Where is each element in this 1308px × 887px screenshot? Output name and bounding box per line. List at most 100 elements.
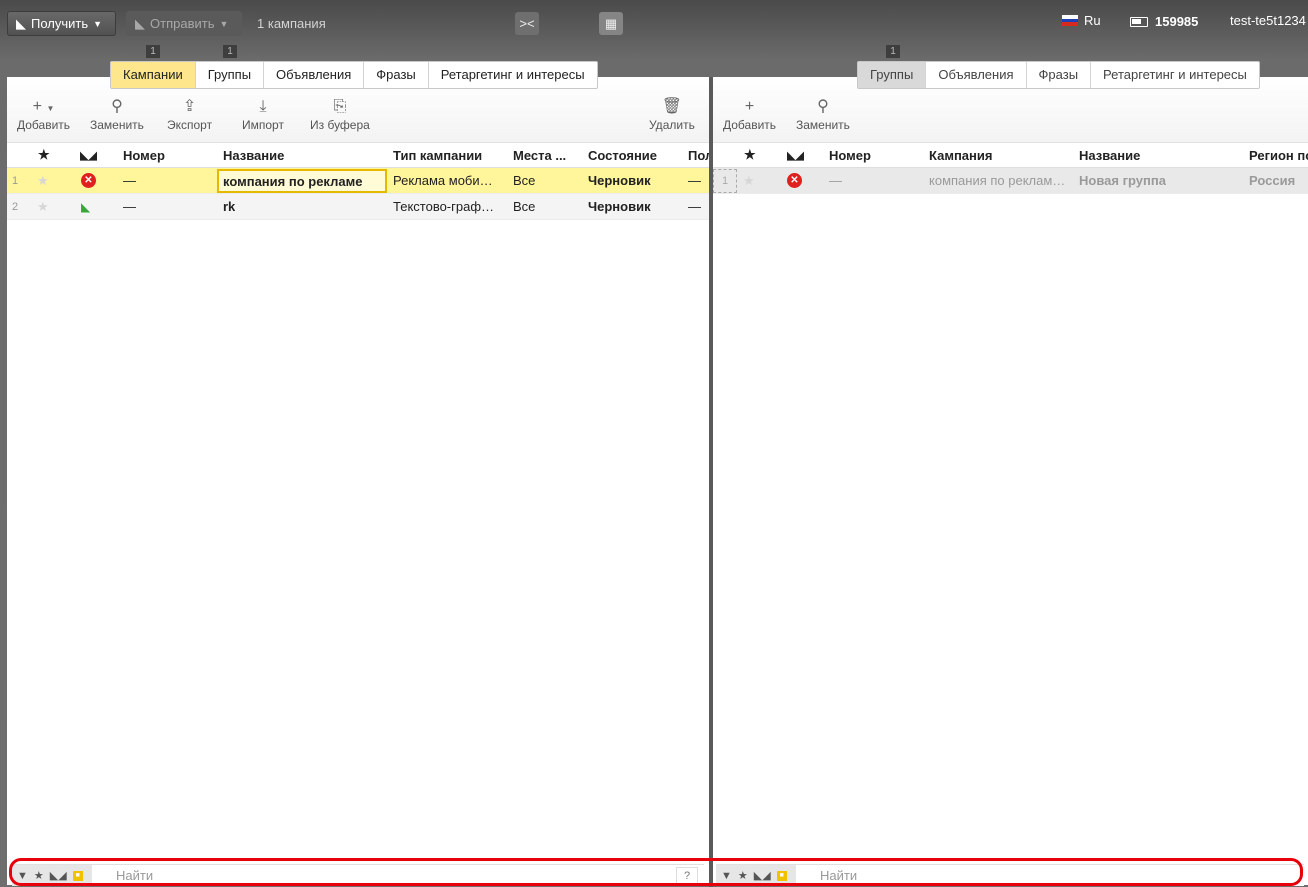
warning-filter-icon[interactable]: ■ bbox=[776, 870, 787, 881]
export-icon: ⇪ bbox=[182, 98, 197, 115]
favorite-column-icon[interactable]: ★ bbox=[38, 143, 50, 167]
search-icon: ⚲ bbox=[111, 98, 123, 115]
tab-badge-groups: 1 bbox=[223, 45, 237, 58]
column-campaign[interactable]: Кампания bbox=[929, 143, 992, 167]
row-number: — bbox=[123, 199, 136, 214]
right-tabs: Группы Объявления Фразы Ретаргетинг и ин… bbox=[857, 61, 1260, 89]
filter-toggles: ▼ ★ ◣◢ ■ bbox=[12, 865, 92, 886]
campaigns-filter-bar: ▼ ★ ◣◢ ■ ? bbox=[12, 864, 704, 886]
column-type[interactable]: Тип кампании bbox=[393, 143, 482, 167]
add-group-button[interactable]: + Добавить bbox=[723, 96, 776, 132]
film-icon[interactable]: ▦ bbox=[599, 12, 623, 35]
receive-arrow-icon: ◣ bbox=[16, 15, 26, 31]
send-button-label: Отправить bbox=[150, 16, 215, 31]
column-extra[interactable]: Пол bbox=[688, 143, 709, 167]
tab-right-retargeting[interactable]: Ретаргетинг и интересы bbox=[1091, 62, 1259, 88]
filter-icon[interactable]: ▼ bbox=[17, 870, 28, 882]
table-row[interactable]: 1 ★ ✕ — компания по реклам… Новая группа… bbox=[713, 168, 1308, 194]
groups-table: ★ ◣◢ Номер Кампания Название Регион по 1… bbox=[713, 143, 1308, 194]
get-button[interactable]: ◣ Получить ▼ bbox=[7, 11, 116, 36]
tab-retargeting[interactable]: Ретаргетинг и интересы bbox=[429, 62, 597, 88]
collapse-panels-icon[interactable]: >< bbox=[515, 12, 539, 35]
column-name[interactable]: Название bbox=[1079, 143, 1140, 167]
language-switch[interactable]: Ru bbox=[1062, 13, 1101, 28]
search-icon: ⚲ bbox=[817, 98, 829, 115]
groups-search-input[interactable] bbox=[820, 865, 1304, 886]
replace-label: Заменить bbox=[796, 118, 850, 132]
column-state[interactable]: Состояние bbox=[588, 143, 657, 167]
chevron-down-icon: ▼ bbox=[219, 18, 229, 29]
plus-icon: + bbox=[744, 98, 755, 115]
import-button[interactable]: ⤓ Импорт bbox=[242, 96, 284, 132]
add-label: Добавить bbox=[17, 118, 71, 132]
favorite-star-icon[interactable]: ★ bbox=[37, 168, 49, 193]
filter-icon[interactable]: ▼ bbox=[721, 870, 732, 882]
russia-flag-icon bbox=[1062, 15, 1078, 27]
sync-filter-icon[interactable]: ◣◢ bbox=[50, 869, 67, 882]
campaigns-table: ★ ◣◢ Номер Название Тип кампании Места .… bbox=[7, 143, 709, 220]
tab-right-ads[interactable]: Объявления bbox=[926, 62, 1027, 88]
row-index: 1 bbox=[12, 174, 19, 187]
sync-filter-icon[interactable]: ◣◢ bbox=[754, 869, 771, 882]
balance-value: 159985 bbox=[1155, 14, 1199, 29]
from-clipboard-button[interactable]: ⎘ Из буфера bbox=[310, 96, 370, 132]
table-row[interactable]: 2 ★ ◣ — rk Текстово-граф… Все Черновик — bbox=[7, 194, 709, 220]
replace-button[interactable]: ⚲ Заменить bbox=[90, 96, 144, 132]
tab-groups[interactable]: Группы bbox=[196, 62, 265, 88]
username[interactable]: test-te5t1234 bbox=[1230, 13, 1306, 28]
tab-badge-right-groups: 1 bbox=[886, 45, 900, 58]
row-number: — bbox=[123, 173, 136, 188]
favorite-star-icon[interactable]: ★ bbox=[743, 168, 755, 193]
sync-column-icon[interactable]: ◣◢ bbox=[787, 143, 804, 167]
balance[interactable]: 159985 bbox=[1130, 14, 1198, 29]
warning-filter-icon[interactable]: ■ bbox=[72, 870, 83, 881]
replace-group-button[interactable]: ⚲ Заменить bbox=[796, 96, 850, 132]
trash-icon: 🗑 bbox=[661, 98, 683, 115]
stopped-status-icon: ✕ bbox=[81, 168, 96, 193]
row-campaign: компания по реклам… bbox=[929, 173, 1066, 188]
row-places: Все bbox=[513, 199, 536, 214]
table-header: ★ ◣◢ Номер Кампания Название Регион по bbox=[713, 143, 1308, 168]
campaign-count: 1 кампания bbox=[257, 16, 326, 31]
favorite-star-icon[interactable]: ★ bbox=[37, 194, 49, 219]
export-label: Экспорт bbox=[167, 118, 213, 132]
top-bar: ◣ Получить ▼ ◣ Отправить ▼ 1 кампания ><… bbox=[0, 0, 1308, 46]
tab-right-groups[interactable]: Группы bbox=[858, 62, 927, 88]
help-button[interactable]: ? bbox=[676, 866, 698, 885]
column-region[interactable]: Регион по bbox=[1249, 143, 1308, 167]
export-button[interactable]: ⇪ Экспорт bbox=[167, 96, 212, 132]
sync-column-icon[interactable]: ◣◢ bbox=[80, 143, 97, 167]
groups-panel: + Добавить ⚲ Заменить ★ ◣◢ Номер Кампани… bbox=[713, 77, 1308, 885]
send-button[interactable]: ◣ Отправить ▼ bbox=[126, 11, 242, 36]
row-name[interactable]: Новая группа bbox=[1079, 168, 1166, 193]
language-label: Ru bbox=[1084, 13, 1101, 28]
left-tabs: Кампании Группы Объявления Фразы Ретарге… bbox=[110, 61, 598, 89]
row-extra: — bbox=[688, 173, 701, 188]
tab-ads[interactable]: Объявления bbox=[264, 62, 365, 88]
table-row[interactable]: 1 ★ ✕ — компания по рекламе Реклама моби… bbox=[7, 168, 709, 194]
campaigns-search-input[interactable] bbox=[116, 865, 676, 886]
table-header: ★ ◣◢ Номер Название Тип кампании Места .… bbox=[7, 143, 709, 168]
tab-phrases[interactable]: Фразы bbox=[364, 62, 429, 88]
delete-button[interactable]: 🗑 Удалить bbox=[649, 96, 695, 132]
clipboard-label: Из буфера bbox=[310, 118, 370, 132]
star-filter-icon[interactable]: ★ bbox=[34, 869, 44, 882]
column-number[interactable]: Номер bbox=[829, 143, 871, 167]
name-cell-editing[interactable]: компания по рекламе bbox=[217, 169, 387, 193]
tab-right-phrases[interactable]: Фразы bbox=[1027, 62, 1092, 88]
plus-icon: + ▼ bbox=[32, 98, 55, 115]
row-index: 2 bbox=[12, 200, 19, 213]
groups-filter-bar: ▼ ★ ◣◢ ■ bbox=[716, 864, 1304, 886]
send-arrow-icon: ◣ bbox=[135, 15, 145, 31]
column-places[interactable]: Места ... bbox=[513, 143, 566, 167]
add-button[interactable]: + ▼ Добавить bbox=[17, 96, 70, 132]
import-icon: ⤓ bbox=[259, 98, 267, 115]
delete-label: Удалить bbox=[649, 118, 695, 132]
favorite-column-icon[interactable]: ★ bbox=[744, 143, 756, 167]
row-name[interactable]: rk bbox=[223, 194, 235, 219]
star-filter-icon[interactable]: ★ bbox=[738, 869, 748, 882]
row-extra: — bbox=[688, 199, 701, 214]
column-name[interactable]: Название bbox=[223, 143, 284, 167]
tab-campaigns[interactable]: Кампании bbox=[111, 62, 196, 88]
column-number[interactable]: Номер bbox=[123, 143, 165, 167]
